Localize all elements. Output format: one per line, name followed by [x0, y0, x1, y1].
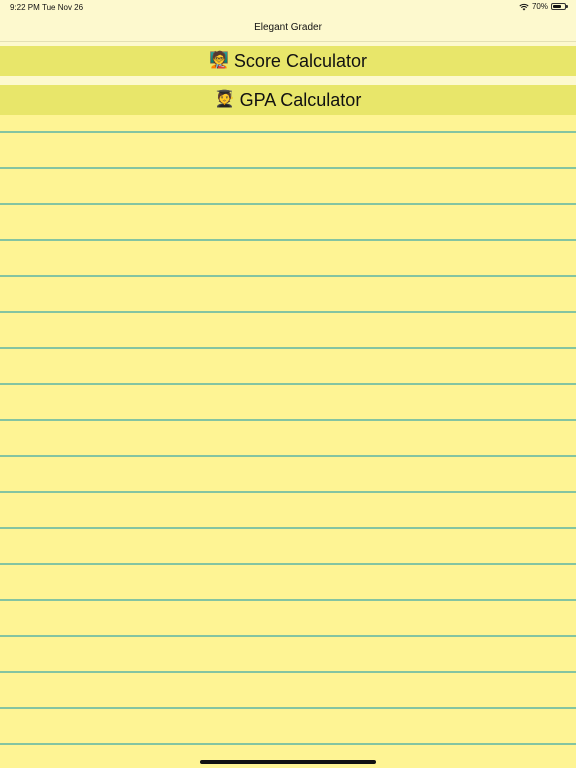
ruled-line	[0, 455, 576, 457]
score-calculator-label: Score Calculator	[233, 50, 367, 71]
gpa-calculator-label: GPA Calculator	[239, 89, 362, 110]
wifi-icon	[519, 3, 529, 10]
teacher-icon: 🧑‍🏫	[209, 52, 229, 69]
status-bar: 9:22 PM Tue Nov 26 70%	[0, 0, 576, 14]
ruled-line	[0, 635, 576, 637]
ruled-line	[0, 707, 576, 709]
nav-bar: Elegant Grader	[0, 14, 576, 42]
gpa-calculator-button[interactable]: 🧑‍🎓 GPA Calculator	[0, 85, 576, 115]
battery-icon	[551, 3, 568, 10]
battery-fill	[553, 5, 561, 8]
home-indicator[interactable]	[200, 760, 376, 764]
battery-nub	[566, 5, 568, 8]
ruled-line	[0, 563, 576, 565]
page-title: Elegant Grader	[254, 22, 322, 33]
ruled-line	[0, 275, 576, 277]
ruled-line	[0, 491, 576, 493]
ruled-line	[0, 527, 576, 529]
ruled-paper-background	[0, 115, 576, 768]
ruled-line	[0, 239, 576, 241]
ruled-line	[0, 167, 576, 169]
status-date: Tue Nov 26	[42, 3, 84, 12]
status-indicators: 70%	[519, 2, 568, 11]
ruled-line	[0, 671, 576, 673]
ruled-line	[0, 203, 576, 205]
battery-percent: 70%	[531, 2, 548, 11]
status-time: 9:22 PM	[10, 3, 40, 12]
ruled-line	[0, 743, 576, 745]
ruled-line	[0, 383, 576, 385]
score-calculator-button[interactable]: 🧑‍🏫 Score Calculator	[0, 46, 576, 76]
ruled-line	[0, 419, 576, 421]
ruled-line	[0, 131, 576, 133]
student-icon: 🧑‍🎓	[214, 91, 235, 108]
ruled-line	[0, 311, 576, 313]
ruled-line	[0, 347, 576, 349]
ruled-line	[0, 599, 576, 601]
